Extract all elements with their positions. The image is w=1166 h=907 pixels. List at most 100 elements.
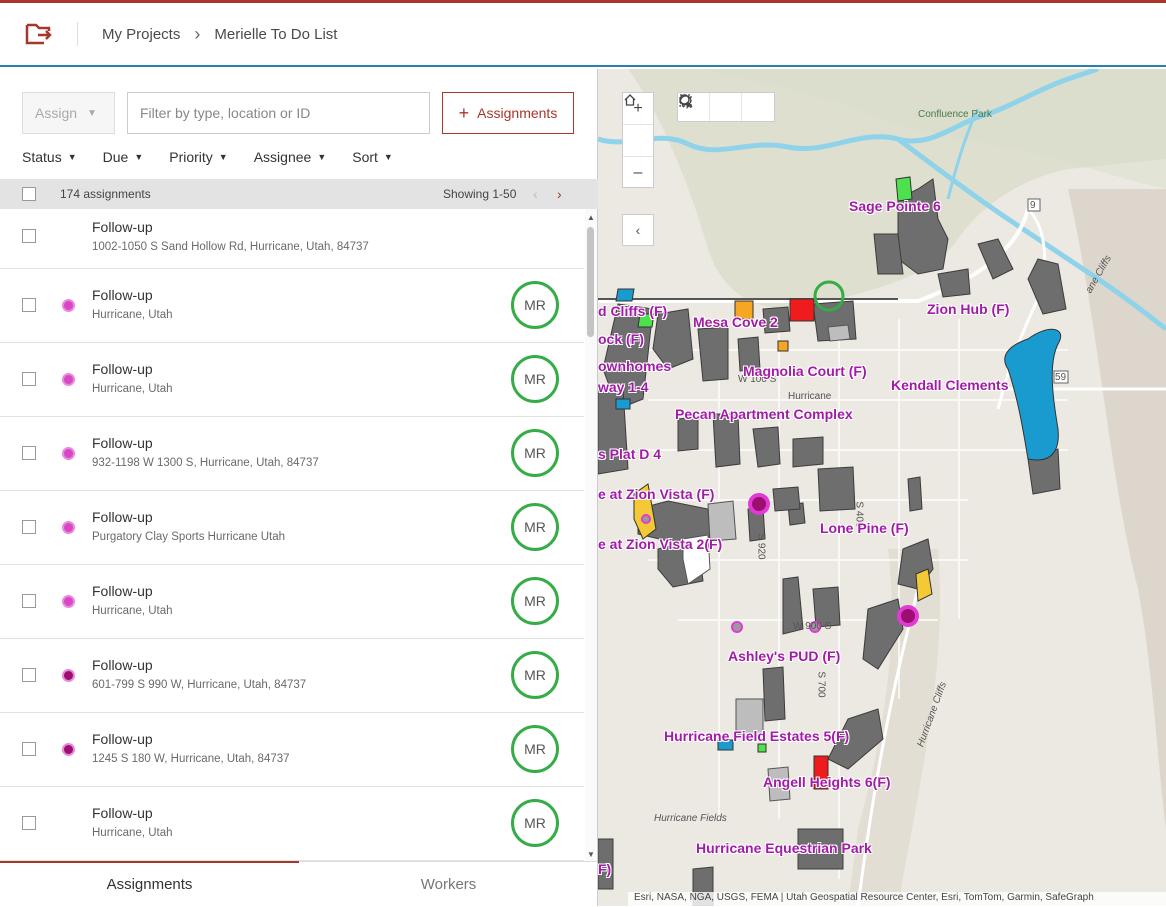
- map-label-townhomes[interactable]: ownhomes: [598, 358, 671, 374]
- rectangle-select-button[interactable]: [679, 93, 742, 121]
- list-item[interactable]: Follow-up Hurricane, Utah MR: [0, 787, 584, 861]
- map-label-f[interactable]: F): [598, 861, 611, 877]
- assignee-avatar[interactable]: MR: [511, 503, 559, 551]
- scrollbar-thumb[interactable]: [587, 227, 594, 337]
- row-checkbox[interactable]: [22, 372, 36, 386]
- map-label-mesa-cove[interactable]: Mesa Cove 2: [693, 314, 778, 330]
- map-label-rock[interactable]: ock (F): [598, 331, 644, 347]
- street-label-s920: S 920: [755, 533, 767, 560]
- workforce-logo-icon: [25, 23, 52, 45]
- map-label-way[interactable]: way 1-4: [598, 379, 649, 395]
- row-checkbox[interactable]: [22, 816, 36, 830]
- home-button[interactable]: [623, 94, 653, 157]
- assign-label: Assign: [35, 105, 78, 121]
- list-scrollbar[interactable]: ▲ ▼: [585, 209, 597, 861]
- map-label-zion-vista-2[interactable]: e at Zion Vista 2(F): [598, 536, 722, 552]
- panel-tabs: Assignments Workers: [0, 861, 598, 906]
- priority-dot-icon: [62, 299, 75, 312]
- tab-assignments[interactable]: Assignments: [0, 861, 299, 906]
- priority-dot-icon: [62, 743, 75, 756]
- list-item[interactable]: Follow-up 932-1198 W 1300 S, Hurricane, U…: [0, 417, 584, 491]
- priority-dot-icon: [62, 595, 75, 608]
- assignment-title: Follow-up: [92, 361, 153, 377]
- filter-bar: Status ▼ Due ▼ Priority ▼ Assignee ▼ Sort ▼: [22, 149, 419, 165]
- map-label-equestrian-park[interactable]: Hurricane Equestrian Park: [696, 840, 872, 856]
- assignment-count: 174 assignments: [60, 187, 151, 201]
- caret-down-icon: ▼: [383, 152, 393, 162]
- map-label-pecan-apartment[interactable]: Pecan Apartment Complex: [675, 406, 853, 422]
- assignee-avatar[interactable]: MR: [511, 725, 559, 773]
- highway-shield-59: 59: [1055, 372, 1067, 383]
- row-checkbox[interactable]: [22, 594, 36, 608]
- tab-workers[interactable]: Workers: [299, 862, 598, 907]
- list-header: 174 assignments Showing 1-50 ‹ ›: [0, 179, 598, 209]
- add-assignments-label: Assignments: [477, 105, 558, 121]
- list-item[interactable]: Follow-up 1245 S 180 W, Hurricane, Utah, …: [0, 713, 584, 787]
- map-label-zion-hub[interactable]: Zion Hub (F): [927, 301, 1009, 317]
- caret-down-icon: ▼: [218, 152, 228, 162]
- assignee-avatar[interactable]: MR: [511, 651, 559, 699]
- assignments-panel: Assign ▼ + Assignments Status ▼ Due ▼ Prio…: [0, 69, 598, 906]
- assignment-location: Hurricane, Utah: [92, 827, 173, 839]
- map-label-zion-vista[interactable]: e at Zion Vista (F): [598, 486, 714, 502]
- list-item[interactable]: Follow-up 601-799 S 990 W, Hurricane, Uta…: [0, 639, 584, 713]
- chevron-right-icon: ›: [194, 23, 201, 44]
- list-item[interactable]: Follow-up Hurricane, Utah MR: [0, 269, 584, 343]
- map-label-sage-pointe[interactable]: Sage Pointe 6: [849, 198, 941, 214]
- filter-sort-label: Sort: [352, 149, 378, 165]
- previous-page-icon[interactable]: ‹: [533, 186, 538, 202]
- zoom-controls: + –: [622, 92, 654, 188]
- assign-dropdown[interactable]: Assign ▼: [22, 92, 115, 134]
- map-label-lone-pine[interactable]: Lone Pine (F): [820, 520, 909, 536]
- filter-sort[interactable]: Sort ▼: [352, 149, 393, 165]
- assignment-toolbar: Assign ▼ + Assignments: [22, 92, 574, 134]
- map-label-cliffs[interactable]: d Cliffs (F): [598, 303, 667, 319]
- map-label-plat-d[interactable]: s Plat D 4: [598, 446, 661, 462]
- select-all-checkbox[interactable]: [22, 187, 36, 201]
- assignment-location: 601-799 S 990 W, Hurricane, Utah, 84737: [92, 679, 307, 691]
- caret-down-icon: ▼: [134, 152, 144, 162]
- row-checkbox[interactable]: [22, 668, 36, 682]
- app-logo[interactable]: [0, 22, 78, 46]
- scroll-up-icon[interactable]: ▲: [587, 213, 595, 222]
- map-label-magnolia-court[interactable]: Magnolia Court (F): [743, 363, 867, 379]
- row-checkbox[interactable]: [22, 520, 36, 534]
- filter-status[interactable]: Status ▼: [22, 149, 77, 165]
- assignee-avatar[interactable]: MR: [511, 799, 559, 847]
- filter-priority[interactable]: Priority ▼: [169, 149, 227, 165]
- assignee-avatar[interactable]: MR: [511, 577, 559, 625]
- breadcrumb-my-projects[interactable]: My Projects: [102, 26, 180, 43]
- filter-assignee[interactable]: Assignee ▼: [254, 149, 327, 165]
- app-header: My Projects › Merielle To Do List: [0, 3, 1166, 67]
- lasso-select-button[interactable]: [679, 93, 774, 121]
- zoom-out-button[interactable]: –: [623, 157, 653, 189]
- assignee-avatar[interactable]: MR: [511, 281, 559, 329]
- row-checkbox[interactable]: [22, 742, 36, 756]
- collapse-panel-button[interactable]: ‹: [622, 214, 654, 246]
- map-label-ashleys-pud[interactable]: Ashley's PUD (F): [728, 648, 840, 664]
- map-view[interactable]: Confluence Park Hurricane Hurricane Clif…: [598, 69, 1166, 906]
- assignment-title: Follow-up: [92, 805, 153, 821]
- assignee-avatar[interactable]: MR: [511, 429, 559, 477]
- assignment-title: Follow-up: [92, 583, 153, 599]
- assignment-location: 932-1198 W 1300 S, Hurricane, Utah, 8473…: [92, 457, 319, 469]
- filter-due[interactable]: Due ▼: [103, 149, 144, 165]
- list-item[interactable]: Follow-up Hurricane, Utah MR: [0, 343, 584, 417]
- map-label-angell-heights[interactable]: Angell Heights 6(F): [763, 774, 891, 790]
- map-label-field-estates[interactable]: Hurricane Field Estates 5(F): [664, 728, 849, 744]
- list-item[interactable]: Follow-up 1002-1050 S Sand Hollow Rd, Hur…: [0, 209, 584, 269]
- list-item[interactable]: Follow-up Hurricane, Utah MR: [0, 565, 584, 639]
- showing-range: Showing 1-50: [443, 187, 517, 201]
- next-page-icon[interactable]: ›: [557, 186, 562, 202]
- row-checkbox[interactable]: [22, 229, 36, 243]
- list-item[interactable]: Follow-up Purgatory Clay Sports Hurricane…: [0, 491, 584, 565]
- row-checkbox[interactable]: [22, 446, 36, 460]
- row-checkbox[interactable]: [22, 298, 36, 312]
- map-label-kendall-clements[interactable]: Kendall Clements: [891, 377, 1008, 393]
- filter-input[interactable]: [127, 92, 430, 134]
- assignment-location: 1245 S 180 W, Hurricane, Utah, 84737: [92, 753, 290, 765]
- add-assignments-button[interactable]: + Assignments: [442, 92, 574, 134]
- assignee-avatar[interactable]: MR: [511, 355, 559, 403]
- scroll-down-icon[interactable]: ▼: [587, 850, 595, 859]
- caret-down-icon: ▼: [67, 152, 77, 162]
